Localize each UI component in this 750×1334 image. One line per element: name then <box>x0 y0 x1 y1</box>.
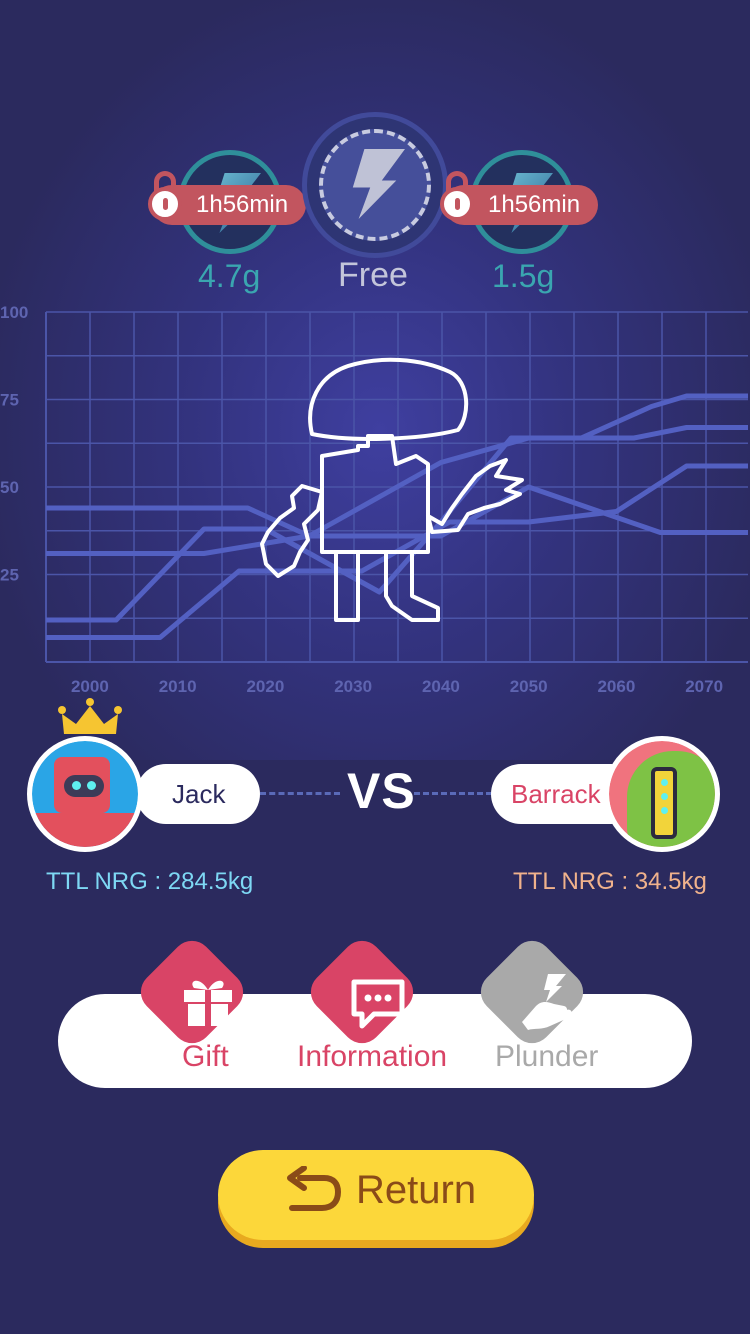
chart-series <box>46 393 748 640</box>
crown-icon <box>58 698 122 734</box>
x-tick-label: 2070 <box>685 677 723 696</box>
free-label: Free <box>338 256 408 294</box>
lock-icon <box>440 171 476 221</box>
return-arrow-icon <box>287 1166 342 1211</box>
avatar-right[interactable] <box>604 736 720 852</box>
lock-icon <box>148 171 184 221</box>
message-icon <box>351 979 405 1029</box>
vs-label: VS <box>347 763 416 819</box>
robot-avatar-icon <box>54 757 110 813</box>
gift-label[interactable]: Gift <box>182 1040 229 1074</box>
frog-avatar-icon <box>627 751 715 847</box>
x-tick-label: 2040 <box>422 677 460 696</box>
plunder-label: Plunder <box>495 1040 599 1073</box>
player-name-text: Jack <box>172 779 226 809</box>
vs-divider-right <box>414 792 492 795</box>
lock-timer-right: 1h56min <box>440 171 599 225</box>
player-name-text: Barrack <box>511 779 601 809</box>
ttl-energy-left: TTL NRG : 284.5kg <box>46 868 254 895</box>
player-name-left: Jack <box>136 764 260 824</box>
x-tick-label: 2010 <box>159 677 197 696</box>
vs-divider-left <box>260 792 340 795</box>
energy-weight-right: 1.5g <box>492 258 555 294</box>
energy-weight-left: 4.7g <box>198 258 261 294</box>
energy-chart: 100 75 50 25 2000 2010 2020 2030 2040 2050 2060 20… <box>0 303 748 696</box>
x-tick-label: 2030 <box>334 677 372 696</box>
y-tick-label: 50 <box>0 478 19 497</box>
x-tick-label: 2060 <box>597 677 635 696</box>
x-tick-label: 2000 <box>71 677 109 696</box>
y-tick-label: 100 <box>0 303 28 322</box>
plunder-hand-icon <box>522 974 572 1030</box>
return-label[interactable]: Return <box>356 1168 476 1213</box>
avatar-left[interactable] <box>27 736 143 852</box>
y-tick-label: 25 <box>0 566 19 585</box>
lock-timer-left: 1h56min <box>148 171 307 225</box>
x-tick-label: 2020 <box>246 677 284 696</box>
timer-text: 1h56min <box>488 191 581 218</box>
timer-text: 1h56min <box>196 191 289 218</box>
gift-icon <box>184 980 232 1026</box>
information-label[interactable]: Information <box>297 1040 447 1074</box>
x-tick-label: 2050 <box>510 677 548 696</box>
free-energy-button[interactable] <box>302 112 448 258</box>
y-tick-label: 75 <box>0 391 19 410</box>
ttl-energy-right: TTL NRG : 34.5kg <box>513 868 707 895</box>
lightning-icon <box>352 149 405 219</box>
